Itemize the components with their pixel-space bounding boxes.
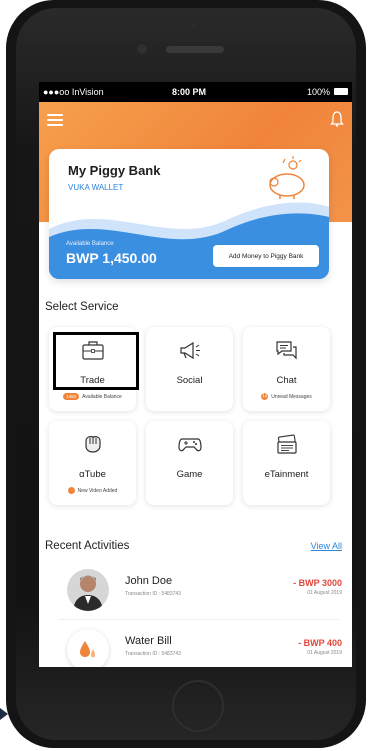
transaction-id: Transaction ID : 5483743 (125, 591, 181, 597)
carrier-signal: ●●●oo InVision (43, 87, 104, 97)
select-service-heading: Select Service (45, 301, 119, 313)
add-money-button[interactable]: Add Money to Piggy Bank (213, 245, 319, 267)
chat-icon (275, 341, 297, 360)
divider (59, 619, 339, 620)
balance-badge: 1450 (63, 393, 80, 400)
home-button[interactable] (172, 680, 224, 732)
activity-amount: - BWP 400 (298, 638, 342, 648)
service-tile-social[interactable]: Social (146, 327, 233, 411)
service-sub-text: Unread Messages (271, 393, 312, 400)
fist-icon (84, 436, 101, 453)
new-video-dot (67, 487, 75, 494)
service-label: αTube (79, 469, 106, 480)
selection-highlight-box (53, 332, 139, 390)
front-camera (137, 44, 147, 54)
service-sub-text: Available Balance (82, 393, 122, 400)
menu-icon[interactable] (47, 114, 63, 126)
activity-row[interactable]: John Doe Transaction ID : 5483743 - BWP … (39, 567, 352, 623)
water-drop-icon (80, 641, 95, 658)
earpiece (166, 46, 224, 53)
unread-count-badge: 12 (261, 393, 269, 400)
gamepad-icon (177, 438, 202, 452)
service-label: eTainment (264, 469, 309, 480)
balance-amount: BWP 1,450.00 (66, 250, 157, 266)
activity-date: 01 August 2019 (307, 650, 342, 656)
transaction-id: Transaction ID : 5483743 (125, 651, 181, 657)
avatar (67, 569, 109, 611)
balance-label: Available Balance (66, 241, 114, 247)
service-label: Game (176, 469, 203, 480)
service-sub: 12 Unread Messages (243, 393, 330, 400)
recent-activities-heading: Recent Activities (45, 540, 130, 552)
person-photo-icon (67, 569, 109, 611)
activity-date: 01 August 2019 (307, 590, 342, 596)
status-bar: ●●●oo InVision 8:00 PM 100% (39, 82, 352, 102)
activity-row[interactable]: Water Bill Transaction ID : 5483743 - BW… (39, 627, 352, 667)
card-title: My Piggy Bank (68, 163, 161, 178)
activity-amount: - BWP 3000 (293, 578, 342, 588)
avatar (67, 629, 109, 667)
service-sub-text: New Video Added (77, 487, 118, 494)
pointer-arrow-icon (0, 708, 8, 720)
service-label: Social (176, 375, 203, 386)
battery-percent: 100% (306, 87, 330, 97)
app-screen: ●●●oo InVision 8:00 PM 100% My Piggy Ban… (39, 82, 352, 667)
bell-icon[interactable] (330, 111, 344, 127)
activity-name: Water Bill (125, 635, 172, 647)
service-label: Chat (276, 375, 297, 386)
battery-icon (334, 88, 348, 95)
service-tile-game[interactable]: Game (146, 421, 233, 505)
piggy-bank-card[interactable]: My Piggy Bank VUKA WALLET Available Bala… (49, 149, 329, 279)
status-time: 8:00 PM (172, 87, 207, 97)
service-tile-atube[interactable]: αTube New Video Added (49, 421, 136, 505)
service-tile-etainment[interactable]: eTainment (243, 421, 330, 505)
service-tile-chat[interactable]: Chat 12 Unread Messages (243, 327, 330, 411)
sensor-dot (192, 24, 197, 29)
view-all-link[interactable]: View All (311, 541, 342, 551)
tickets-icon (276, 434, 297, 454)
megaphone-icon (179, 341, 200, 360)
service-sub: New Video Added (49, 487, 136, 494)
activity-name: John Doe (125, 575, 173, 587)
service-sub: 1450 Available Balance (49, 393, 136, 400)
